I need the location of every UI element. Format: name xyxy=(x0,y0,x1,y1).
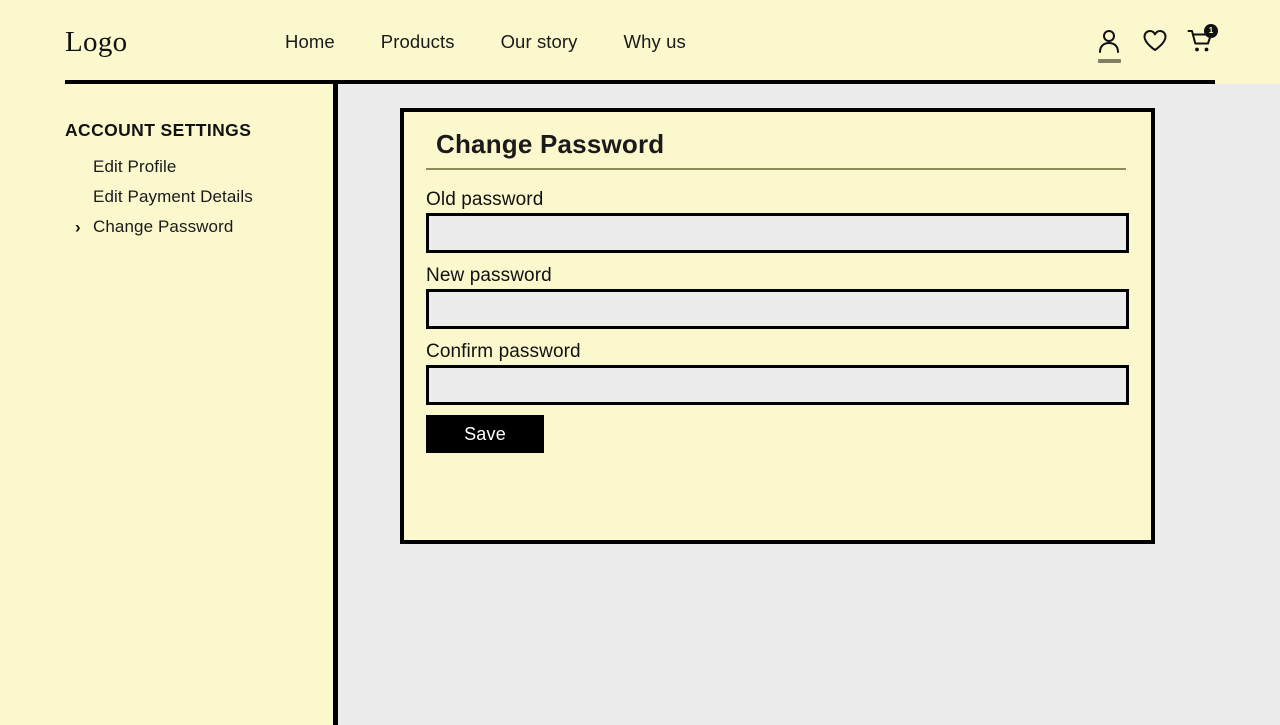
nav-item-products[interactable]: Products xyxy=(381,30,455,54)
sidebar-heading: ACCOUNT SETTINGS xyxy=(65,120,252,140)
sidebar-item-label: Edit Payment Details xyxy=(93,187,253,206)
confirm-password-group: Confirm password xyxy=(426,339,1129,405)
confirm-password-input[interactable] xyxy=(426,365,1129,405)
account-settings-sidebar: ACCOUNT SETTINGS › Edit Profile › Edit P… xyxy=(0,84,338,725)
cart-count-badge: 1 xyxy=(1204,24,1218,38)
chevron-right-icon: › xyxy=(75,217,81,237)
sidebar-item-label: Edit Profile xyxy=(93,157,177,176)
sidebar-menu: › Edit Profile › Edit Payment Details › … xyxy=(65,152,325,242)
brand-logo[interactable]: Logo xyxy=(65,26,127,59)
old-password-group: Old password xyxy=(426,187,1129,253)
nav-item-home[interactable]: Home xyxy=(285,30,335,54)
sidebar-item-label: Change Password xyxy=(93,217,234,236)
new-password-group: New password xyxy=(426,263,1129,329)
new-password-label: New password xyxy=(426,265,552,286)
save-button[interactable]: Save xyxy=(426,415,544,453)
old-password-input[interactable] xyxy=(426,213,1129,253)
sidebar-item-change-password[interactable]: › Change Password xyxy=(65,212,325,242)
account-active-underline xyxy=(1098,59,1121,63)
confirm-password-label: Confirm password xyxy=(426,341,581,362)
old-password-label: Old password xyxy=(426,189,544,210)
change-password-card: Change Password Old password New passwor… xyxy=(400,108,1155,544)
wishlist-button[interactable] xyxy=(1140,28,1170,60)
main-content: Change Password Old password New passwor… xyxy=(343,84,1280,725)
sidebar-item-edit-payment-details[interactable]: › Edit Payment Details xyxy=(65,182,325,212)
main-navigation: Home Products Our story Why us xyxy=(285,30,686,54)
card-title-divider xyxy=(426,168,1126,170)
nav-item-why-us[interactable]: Why us xyxy=(624,30,686,54)
new-password-input[interactable] xyxy=(426,289,1129,329)
change-password-form: Old password New password Confirm passwo… xyxy=(426,187,1129,453)
site-header: Logo Home Products Our story Why us 1 xyxy=(0,0,1280,84)
card-title: Change Password xyxy=(436,129,665,159)
account-button[interactable] xyxy=(1094,28,1124,63)
heart-icon xyxy=(1142,28,1168,58)
sidebar-item-edit-profile[interactable]: › Edit Profile xyxy=(65,152,325,182)
person-icon xyxy=(1097,28,1121,59)
cart-button[interactable]: 1 xyxy=(1186,24,1218,60)
nav-item-our-story[interactable]: Our story xyxy=(501,30,578,54)
header-actions: 1 xyxy=(1094,24,1218,63)
